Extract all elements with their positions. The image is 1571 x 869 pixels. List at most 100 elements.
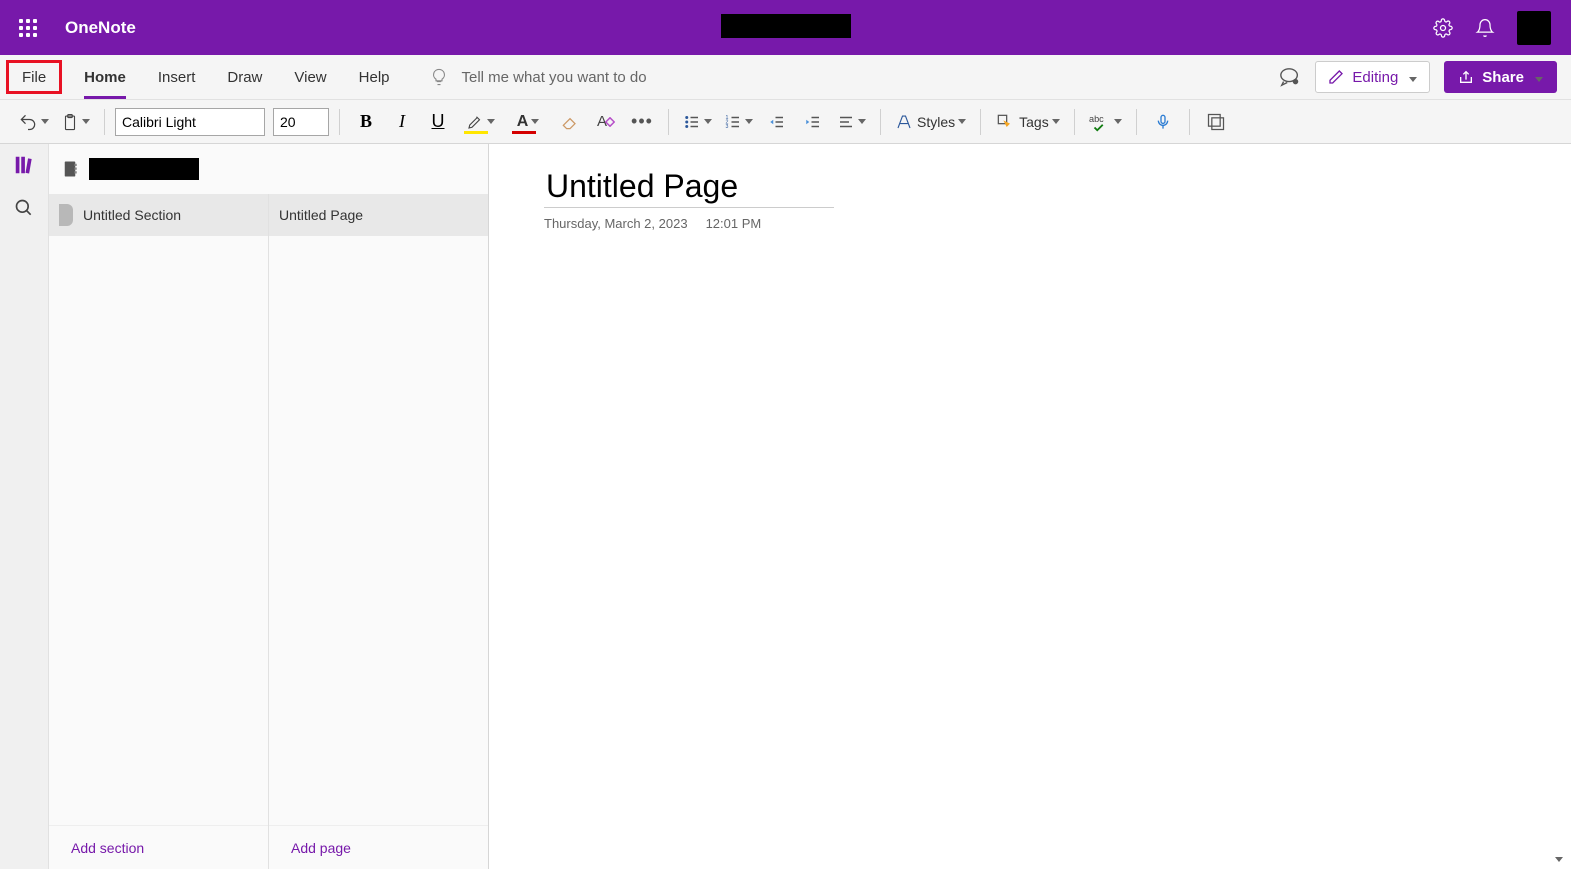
separator — [980, 109, 981, 135]
tags-label: Tags — [1019, 114, 1049, 130]
feed-icon — [1206, 112, 1226, 132]
format-painter-button[interactable]: A — [590, 106, 622, 138]
sections-empty — [49, 236, 268, 825]
notebook-header[interactable] — [49, 144, 488, 194]
waffle-icon — [19, 19, 37, 37]
ellipsis-icon: ••• — [631, 111, 653, 132]
bold-button[interactable]: B — [350, 106, 382, 138]
app-launcher-button[interactable] — [0, 19, 55, 37]
separator — [1074, 109, 1075, 135]
eraser-icon — [560, 112, 580, 132]
font-color-button[interactable]: A — [506, 106, 550, 138]
section-tab-icon — [59, 204, 73, 226]
tag-icon — [995, 112, 1015, 132]
tab-home[interactable]: Home — [84, 55, 126, 99]
app-title: OneNote — [65, 18, 136, 38]
svg-text:abc: abc — [1089, 114, 1104, 124]
tab-view[interactable]: View — [294, 55, 326, 99]
undo-button[interactable] — [14, 106, 53, 138]
main-area: Untitled Section Add section Untitled Pa… — [0, 144, 1571, 869]
page-label: Untitled Page — [279, 207, 363, 223]
pencil-icon — [1328, 69, 1344, 85]
tab-help[interactable]: Help — [359, 55, 390, 99]
title-right-controls — [1433, 0, 1571, 55]
chevron-down-icon — [1406, 69, 1417, 86]
paste-button[interactable] — [57, 106, 94, 138]
tags-button[interactable]: Tags — [991, 106, 1064, 138]
navigation-pane: Untitled Section Add section Untitled Pa… — [49, 144, 489, 869]
dictate-button[interactable] — [1147, 106, 1179, 138]
add-page-button[interactable]: Add page — [269, 825, 488, 869]
page-canvas[interactable]: Untitled Page Thursday, March 2, 2023 12… — [489, 144, 1571, 869]
clipboard-icon — [61, 112, 79, 132]
tabs-row: File Home Insert Draw View Help Tell me … — [0, 55, 1571, 100]
microphone-icon — [1155, 112, 1171, 132]
catch-up-icon[interactable] — [1279, 66, 1301, 88]
tabs-right: Editing Share — [1279, 61, 1571, 93]
separator — [104, 109, 105, 135]
editing-label: Editing — [1352, 69, 1398, 86]
page-item[interactable]: Untitled Page — [269, 194, 488, 236]
more-formatting-button[interactable]: ••• — [626, 106, 658, 138]
settings-icon[interactable] — [1433, 18, 1453, 38]
editing-mode-button[interactable]: Editing — [1315, 61, 1430, 93]
title-bar: OneNote — [0, 0, 1571, 55]
ribbon-expand-button[interactable] — [1555, 849, 1563, 867]
align-button[interactable] — [833, 106, 870, 138]
section-item[interactable]: Untitled Section — [49, 194, 268, 236]
tab-draw[interactable]: Draw — [227, 55, 262, 99]
italic-button[interactable]: I — [386, 106, 418, 138]
font-size-input[interactable] — [273, 108, 329, 136]
page-meta: Thursday, March 2, 2023 12:01 PM — [544, 216, 1571, 231]
page-date: Thursday, March 2, 2023 — [544, 216, 688, 231]
share-button[interactable]: Share — [1444, 61, 1557, 93]
increase-indent-button[interactable] — [797, 106, 829, 138]
spelling-button[interactable]: abc — [1085, 106, 1126, 138]
notebook-name-redacted — [89, 158, 199, 180]
ribbon-toolbar: B I U A A ••• 123 Styles Tags abc — [0, 100, 1571, 144]
numbered-list-icon: 123 — [724, 113, 742, 131]
nav-columns: Untitled Section Add section Untitled Pa… — [49, 194, 488, 869]
section-label: Untitled Section — [83, 207, 181, 223]
numbering-button[interactable]: 123 — [720, 106, 757, 138]
pages-column: Untitled Page Add page — [269, 194, 488, 869]
pages-empty — [269, 236, 488, 825]
search-icon[interactable] — [14, 198, 34, 218]
page-title-input[interactable]: Untitled Page — [544, 168, 834, 208]
separator — [1189, 109, 1190, 135]
lightbulb-icon — [430, 68, 448, 86]
notebook-icon — [61, 158, 79, 180]
add-section-button[interactable]: Add section — [49, 825, 268, 869]
decrease-indent-button[interactable] — [761, 106, 793, 138]
chevron-down-icon — [1532, 69, 1543, 86]
ribbon-tabs: Home Insert Draw View Help — [84, 55, 389, 99]
share-icon — [1458, 69, 1474, 85]
indent-icon — [804, 113, 822, 131]
undo-icon — [18, 112, 38, 132]
file-menu-label: File — [22, 69, 46, 86]
feed-button[interactable] — [1200, 106, 1232, 138]
underline-button[interactable]: U — [422, 106, 454, 138]
tell-me-search[interactable]: Tell me what you want to do — [430, 68, 647, 86]
highlight-button[interactable] — [458, 106, 502, 138]
tab-insert[interactable]: Insert — [158, 55, 196, 99]
bullet-list-icon — [683, 113, 701, 131]
account-avatar[interactable] — [1517, 11, 1551, 45]
font-name-input[interactable] — [115, 108, 265, 136]
separator — [880, 109, 881, 135]
bullets-button[interactable] — [679, 106, 716, 138]
styles-icon — [895, 113, 913, 131]
page-time: 12:01 PM — [706, 216, 762, 231]
notebooks-icon[interactable] — [13, 154, 35, 176]
file-menu-button[interactable]: File — [6, 60, 62, 94]
styles-button[interactable]: Styles — [891, 106, 970, 138]
outdent-icon — [768, 113, 786, 131]
document-title-redacted — [721, 14, 851, 38]
clear-formatting-button[interactable] — [554, 106, 586, 138]
spellcheck-icon: abc — [1089, 112, 1111, 132]
font-color-icon: A — [517, 113, 529, 131]
notifications-icon[interactable] — [1475, 18, 1495, 38]
separator — [668, 109, 669, 135]
left-rail — [0, 144, 49, 869]
separator — [1136, 109, 1137, 135]
